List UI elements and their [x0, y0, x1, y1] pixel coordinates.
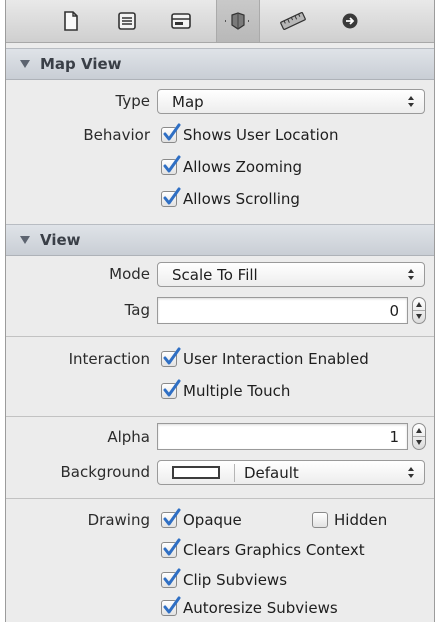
- type-label: Type: [115, 92, 150, 110]
- divider: [6, 498, 434, 499]
- checkbox-label: Shows User Location: [183, 126, 339, 144]
- disclosure-triangle-icon[interactable]: [20, 60, 30, 68]
- interaction-label: Interaction: [68, 350, 150, 368]
- file-inspector-icon[interactable]: [54, 6, 88, 36]
- type-value: Map: [172, 93, 204, 111]
- color-swatch: [172, 466, 220, 479]
- clears-graphics-context-checkbox[interactable]: Clears Graphics Context: [161, 538, 365, 560]
- behavior-label: Behavior: [83, 126, 150, 144]
- autoresize-subviews-checkbox[interactable]: Autoresize Subviews: [161, 596, 338, 618]
- drawing-label: Drawing: [87, 511, 150, 529]
- stepper-down-icon[interactable]: [416, 314, 422, 319]
- multiple-touch-checkbox[interactable]: Multiple Touch: [161, 379, 291, 401]
- tag-stepper[interactable]: [412, 297, 426, 324]
- stepper-up-icon[interactable]: [416, 428, 422, 433]
- section-title: Map View: [40, 55, 122, 73]
- allows-zooming-checkbox[interactable]: Allows Zooming: [161, 155, 303, 177]
- tag-value: 0: [389, 302, 399, 320]
- size-inspector-icon[interactable]: [276, 6, 310, 36]
- stepper-down-icon[interactable]: [416, 440, 422, 445]
- alpha-stepper[interactable]: [412, 423, 426, 450]
- alpha-field[interactable]: 1: [157, 423, 408, 450]
- identity-inspector-icon[interactable]: [164, 6, 198, 36]
- inspector-toolbar: [6, 0, 434, 43]
- attributes-inspector-panel: Map View Type Map Behavior Shows User Lo…: [5, 0, 435, 622]
- section-title: View: [40, 231, 81, 249]
- mode-value: Scale To Fill: [172, 266, 258, 284]
- divider: [6, 416, 434, 417]
- opaque-checkbox[interactable]: Opaque: [161, 508, 242, 530]
- allows-scrolling-checkbox[interactable]: Allows Scrolling: [161, 187, 300, 209]
- checkbox-label: User Interaction Enabled: [183, 350, 369, 368]
- mode-select[interactable]: Scale To Fill: [157, 262, 425, 287]
- background-select[interactable]: Default: [157, 460, 425, 485]
- tag-label: Tag: [124, 301, 150, 319]
- view-section-header[interactable]: View: [6, 224, 434, 256]
- user-interaction-enabled-checkbox[interactable]: User Interaction Enabled: [161, 347, 369, 369]
- alpha-label: Alpha: [107, 428, 150, 446]
- map-view-section-header[interactable]: Map View: [6, 48, 434, 80]
- checkbox-label: Allows Zooming: [183, 158, 303, 176]
- checkbox-label: Opaque: [183, 511, 242, 529]
- connections-inspector-icon[interactable]: [333, 6, 367, 36]
- checkbox-label: Allows Scrolling: [183, 190, 300, 208]
- alpha-value: 1: [389, 428, 399, 446]
- divider: [6, 336, 434, 337]
- background-value: Default: [244, 464, 299, 482]
- attributes-inspector-icon[interactable]: [216, 0, 260, 42]
- shows-user-location-checkbox[interactable]: Shows User Location: [161, 123, 339, 145]
- select-arrows-icon: [408, 269, 414, 280]
- clip-subviews-checkbox[interactable]: Clip Subviews: [161, 568, 288, 590]
- disclosure-triangle-icon[interactable]: [20, 236, 30, 244]
- select-arrows-icon: [408, 467, 414, 478]
- checkbox-label: Clears Graphics Context: [183, 541, 365, 559]
- checkbox-label: Autoresize Subviews: [183, 599, 338, 617]
- tag-field[interactable]: 0: [157, 297, 408, 324]
- select-arrows-icon: [408, 96, 414, 107]
- hidden-checkbox[interactable]: Hidden: [312, 510, 387, 530]
- mode-label: Mode: [109, 265, 150, 283]
- quick-help-icon[interactable]: [110, 6, 144, 36]
- background-label: Background: [60, 463, 151, 481]
- type-select[interactable]: Map: [157, 89, 425, 114]
- checkbox-label: Multiple Touch: [183, 382, 291, 400]
- checkbox-label: Clip Subviews: [183, 571, 288, 589]
- checkbox-label: Hidden: [334, 511, 388, 529]
- stepper-up-icon[interactable]: [416, 302, 422, 307]
